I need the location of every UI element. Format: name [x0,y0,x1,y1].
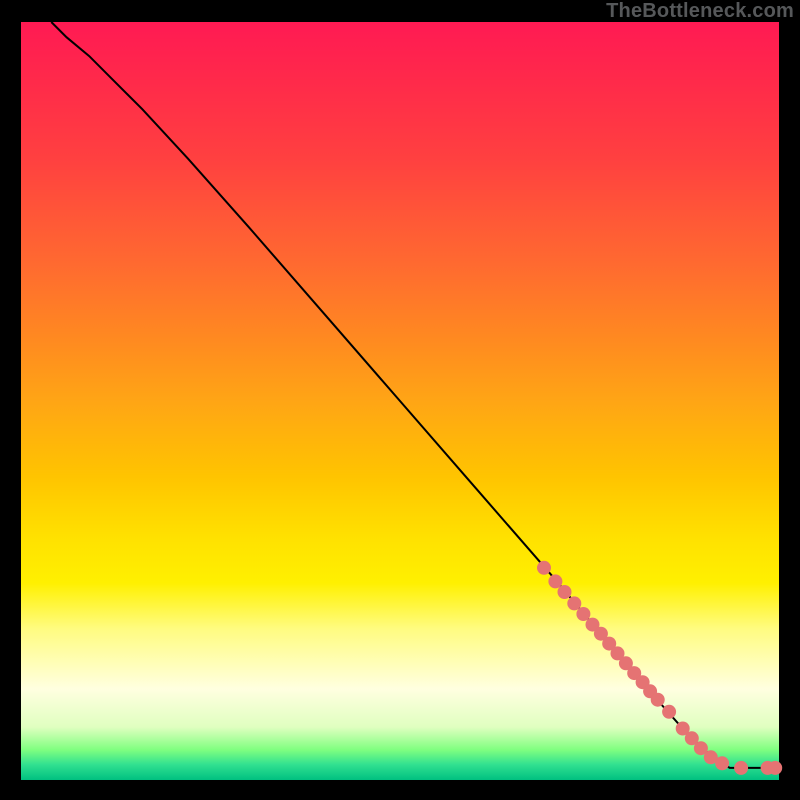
curve-path [51,22,771,768]
data-point [576,607,590,621]
data-point [715,756,729,770]
data-point [651,693,665,707]
data-point [548,574,562,588]
data-point [537,561,551,575]
data-points [537,561,782,775]
curve-line [51,22,771,768]
attribution-label: TheBottleneck.com [606,0,794,23]
data-point [768,761,782,775]
data-point [567,596,581,610]
data-point [734,761,748,775]
data-point [558,585,572,599]
chart-overlay [21,22,779,780]
data-point [662,705,676,719]
